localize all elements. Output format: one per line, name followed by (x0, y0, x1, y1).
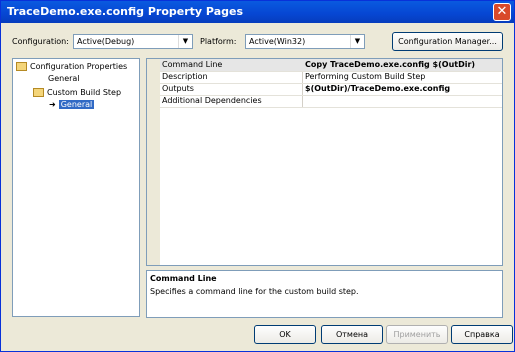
settings-tree: Configuration Properties General Custom … (12, 58, 140, 317)
configuration-value: Active(Debug) (77, 37, 135, 46)
property-value[interactable]: $(OutDir)/TraceDemo.exe.config (305, 84, 450, 93)
property-name: Additional Dependencies (162, 96, 262, 105)
property-name: Command Line (162, 60, 223, 69)
tree-item-label: Custom Build Step (47, 88, 122, 97)
configuration-manager-button[interactable]: Configuration Manager... (392, 32, 503, 51)
configuration-dropdown[interactable]: Active(Debug) ▼ (73, 34, 193, 49)
folder-open-icon (33, 88, 44, 97)
description-title: Command Line (150, 274, 217, 283)
folder-open-icon (16, 62, 27, 71)
configuration-label: Configuration: (12, 37, 69, 46)
tree-item-custom-build-step[interactable]: Custom Build Step (33, 88, 121, 97)
property-row-additional-dependencies[interactable]: Additional Dependencies (160, 95, 502, 108)
window-title: TraceDemo.exe.config Property Pages (7, 5, 244, 18)
property-grid-gutter (147, 59, 160, 265)
tree-item-custom-general[interactable]: ➜ General (49, 100, 95, 109)
arrow-right-icon: ➜ (49, 100, 56, 109)
property-value[interactable]: Performing Custom Build Step (305, 72, 425, 81)
property-grid: Command Line Copy TraceDemo.exe.config $… (146, 58, 503, 266)
property-pages-dialog: TraceDemo.exe.config Property Pages ✕ Co… (0, 0, 515, 352)
platform-dropdown[interactable]: Active(Win32) ▼ (245, 34, 365, 49)
platform-value: Active(Win32) (249, 37, 306, 46)
tree-item-general[interactable]: General (48, 74, 80, 83)
close-icon: ✕ (496, 4, 508, 19)
description-text: Specifies a command line for the custom … (150, 287, 359, 296)
close-button[interactable]: ✕ (493, 3, 511, 21)
property-value[interactable]: Copy TraceDemo.exe.config $(OutDir) (305, 60, 475, 69)
platform-label: Platform: (200, 37, 237, 46)
tree-item-configuration-properties[interactable]: Configuration Properties (16, 62, 127, 71)
chevron-down-icon[interactable]: ▼ (178, 35, 192, 48)
tree-item-label: Configuration Properties (30, 62, 128, 71)
title-bar[interactable]: TraceDemo.exe.config Property Pages ✕ (1, 1, 514, 23)
tree-item-label: General (48, 74, 80, 83)
tree-item-label-selected: General (58, 100, 95, 109)
chevron-down-icon[interactable]: ▼ (350, 35, 364, 48)
description-panel: Command Line Specifies a command line fo… (146, 270, 503, 318)
property-name: Description (162, 72, 208, 81)
property-name: Outputs (162, 84, 194, 93)
apply-button[interactable]: Применить (386, 325, 448, 344)
ok-button[interactable]: OK (254, 325, 316, 344)
cancel-button[interactable]: Отмена (321, 325, 383, 344)
help-button[interactable]: Справка (451, 325, 513, 344)
